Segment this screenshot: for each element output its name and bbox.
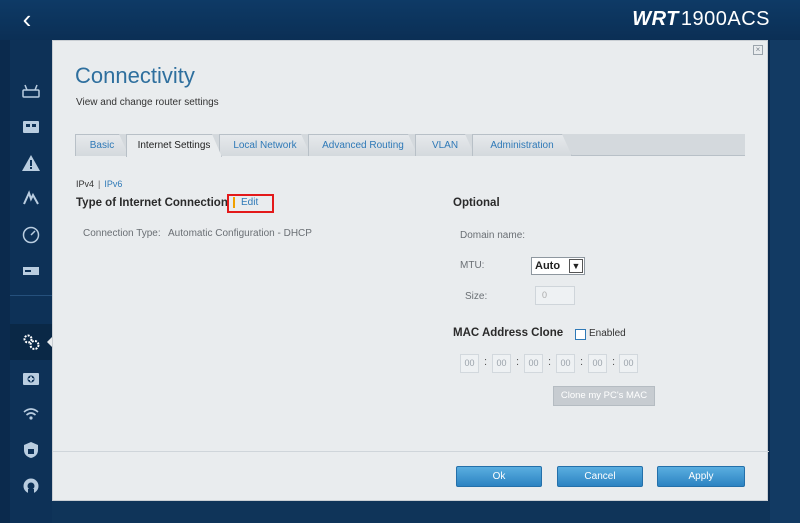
mac-colon: : <box>548 356 552 368</box>
traffic-icon-glyph <box>23 190 39 205</box>
apply-button[interactable]: Apply <box>657 466 745 487</box>
warning-icon-glyph <box>22 155 40 171</box>
clone-mac-button[interactable]: Clone my PC's MAC <box>553 386 655 406</box>
router-icon[interactable] <box>10 73 52 109</box>
lifebuoy-icon <box>23 478 39 494</box>
mac-clone-heading: MAC Address Clone <box>453 327 564 339</box>
mtu-select-value: Auto <box>535 260 561 272</box>
mac-colon: : <box>612 356 616 368</box>
speed-test-icon-glyph <box>22 226 40 244</box>
mac-octet-input[interactable]: 00 <box>524 354 543 373</box>
optional-heading: Optional <box>453 197 500 209</box>
tab-administration[interactable]: Administration <box>472 134 572 156</box>
mac-octet-input[interactable]: 00 <box>588 354 607 373</box>
background-tile <box>52 501 770 523</box>
tab-local-network[interactable]: Local Network <box>219 134 311 156</box>
connection-type-value: Automatic Configuration - DHCP <box>168 228 312 239</box>
wireless-icon[interactable] <box>10 396 52 432</box>
ok-button[interactable]: Ok <box>456 466 542 487</box>
mac-octet-input[interactable]: 00 <box>619 354 638 373</box>
cancel-button[interactable]: Cancel <box>557 466 643 487</box>
mtu-select[interactable]: Auto ▼ <box>531 257 585 275</box>
ip-version-separator: | <box>98 179 101 189</box>
rail-divider <box>10 295 52 296</box>
warning-icon[interactable] <box>10 145 52 181</box>
devices-icon[interactable] <box>10 109 52 145</box>
troubleshooting-icon[interactable] <box>10 360 52 396</box>
brand-prefix: WRT <box>632 8 679 30</box>
mac-clone-enabled-label: Enabled <box>589 328 626 339</box>
tab-internet-settings[interactable]: Internet Settings <box>126 134 222 157</box>
gears-icon <box>23 334 40 350</box>
size-label: Size: <box>465 291 488 302</box>
background-tile <box>770 40 800 523</box>
edit-highlight-box <box>227 194 274 213</box>
back-button[interactable]: ‹ <box>10 4 44 38</box>
connectivity-dialog: × Connectivity View and change router se… <box>52 40 769 501</box>
mac-colon: : <box>580 356 584 368</box>
lock-shield-icon <box>24 442 38 458</box>
mac-colon: : <box>484 356 488 368</box>
tab-vlan[interactable]: VLAN <box>415 134 475 156</box>
connection-type-label: Connection Type: <box>83 228 161 239</box>
connectivity-icon[interactable] <box>10 324 52 360</box>
wifi-icon <box>23 408 39 420</box>
page-subtitle: View and change router settings <box>76 97 219 108</box>
mac-colon: : <box>516 356 520 368</box>
brand-logo: WRT 1900ACS <box>632 8 770 31</box>
close-icon[interactable]: × <box>753 45 763 55</box>
mac-octet-input[interactable]: 00 <box>460 354 479 373</box>
left-nav-rail <box>10 40 52 523</box>
page-title: Connectivity <box>75 63 195 88</box>
mtu-label: MTU: <box>460 260 485 271</box>
external-storage-icon-glyph <box>23 267 39 275</box>
medkit-icon <box>23 373 39 385</box>
security-icon[interactable] <box>10 432 52 468</box>
ip-version-switch: IPv4 | IPv6 <box>76 179 122 189</box>
mac-octet-input[interactable]: 00 <box>492 354 511 373</box>
external-storage-icon[interactable] <box>10 253 52 289</box>
domain-name-label: Domain name: <box>460 230 526 241</box>
size-input[interactable]: 0 <box>535 286 575 305</box>
brand-model: 1900ACS <box>680 8 770 30</box>
internet-connection-heading: Type of Internet Connection <box>76 197 228 209</box>
ipv4-link[interactable]: IPv4 <box>76 179 94 189</box>
mac-clone-enabled-checkbox[interactable] <box>575 329 586 340</box>
chevron-down-icon: ▼ <box>569 259 583 273</box>
speed-test-icon[interactable] <box>10 217 52 253</box>
tab-advanced-routing[interactable]: Advanced Routing <box>308 134 418 156</box>
router-icon-glyph <box>22 84 40 98</box>
devices-icon-glyph <box>23 121 39 133</box>
tab-basic[interactable]: Basic <box>75 134 129 156</box>
footer-divider <box>53 451 769 452</box>
ipv6-link[interactable]: IPv6 <box>104 179 122 189</box>
mac-octet-input[interactable]: 00 <box>556 354 575 373</box>
traffic-icon[interactable] <box>10 181 52 217</box>
tab-bar: Basic Internet Settings Local Network Ad… <box>75 134 745 156</box>
support-icon[interactable] <box>10 468 52 504</box>
top-bar: ‹ WRT 1900ACS <box>0 0 800 40</box>
